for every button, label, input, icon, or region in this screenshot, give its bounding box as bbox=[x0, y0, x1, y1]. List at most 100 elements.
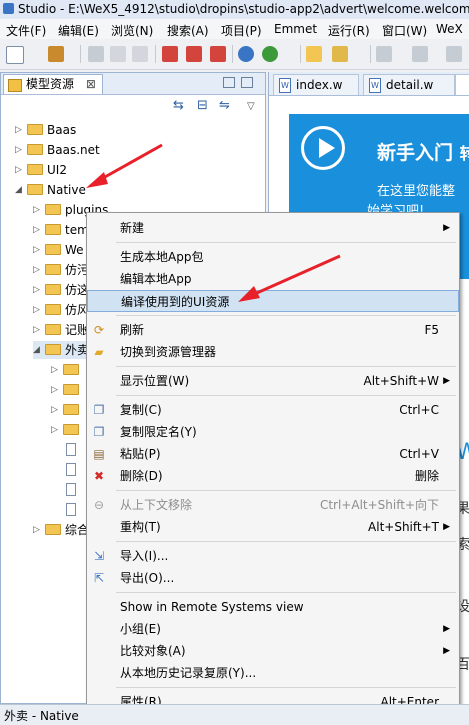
tree-item[interactable]: ▷ bbox=[51, 401, 83, 419]
context-menu-item[interactable]: ❐ 复制限定名(Y) bbox=[87, 421, 459, 443]
menu-item[interactable]: 项目(P) bbox=[221, 22, 262, 39]
tree-item[interactable]: ▷ UI2 bbox=[15, 161, 67, 179]
tree-item[interactable]: ▷ bbox=[51, 421, 83, 439]
menu-item[interactable]: WeX bbox=[436, 22, 463, 36]
context-menu-item[interactable]: ⇲ 导入(I)... bbox=[87, 545, 459, 567]
menu-item[interactable]: 文件(F) bbox=[6, 22, 46, 39]
context-menu-item[interactable]: 编译使用到的UI资源 bbox=[87, 290, 459, 312]
play-icon[interactable] bbox=[238, 46, 254, 62]
file-icon bbox=[66, 503, 76, 516]
tree-item[interactable]: ◢ Native bbox=[15, 181, 86, 199]
context-menu-item[interactable]: ▰ 切换到资源管理器 bbox=[87, 341, 459, 363]
tree-item[interactable]: ▷ 记账 bbox=[33, 321, 89, 339]
profile-icon[interactable] bbox=[210, 46, 226, 62]
collapsed-arrow-icon[interactable]: ▷ bbox=[33, 201, 43, 219]
open-folder-icon[interactable] bbox=[306, 46, 322, 62]
collapsed-arrow-icon[interactable]: ▷ bbox=[51, 401, 61, 419]
expanded-arrow-icon[interactable]: ◢ bbox=[15, 181, 25, 199]
collapsed-arrow-icon[interactable]: ▷ bbox=[51, 361, 61, 379]
run-icon[interactable] bbox=[186, 46, 202, 62]
menu-item[interactable]: 浏览(N) bbox=[111, 22, 153, 39]
menu-item[interactable]: 运行(R) bbox=[328, 22, 370, 39]
tab-index-w[interactable]: W index.w bbox=[273, 74, 359, 95]
tree-item[interactable]: ▷ bbox=[51, 381, 83, 399]
collapsed-arrow-icon[interactable]: ▷ bbox=[15, 141, 25, 159]
menu-item-shortcut: Ctrl+C bbox=[399, 403, 439, 417]
external-tools-icon[interactable] bbox=[262, 46, 278, 62]
collapsed-arrow-icon[interactable]: ▷ bbox=[51, 421, 61, 439]
context-menu-item[interactable]: 重构(T) Alt+Shift+T ▶ bbox=[87, 516, 459, 538]
context-menu-item[interactable]: 生成本地App包 bbox=[87, 246, 459, 268]
tab-welcome[interactable] bbox=[455, 74, 469, 95]
menu-item[interactable]: 搜索(A) bbox=[167, 22, 209, 39]
debug-icon[interactable] bbox=[162, 46, 178, 62]
tree-item[interactable] bbox=[51, 461, 82, 479]
menu-separator bbox=[116, 687, 456, 688]
nav-forward-icon[interactable] bbox=[412, 46, 428, 62]
nav-back-icon[interactable] bbox=[446, 46, 462, 62]
tab-model-resources[interactable]: 模型资源 ⊠ bbox=[3, 74, 103, 94]
tree-item[interactable] bbox=[51, 481, 82, 499]
context-menu-item[interactable]: ❐ 复制(C) Ctrl+C bbox=[87, 399, 459, 421]
collapsed-arrow-icon[interactable]: ▷ bbox=[33, 221, 43, 239]
minimize-icon[interactable] bbox=[223, 77, 235, 88]
tree-item[interactable]: ▷ We bbox=[33, 241, 84, 259]
tree-item[interactable]: ▷ 综合 bbox=[33, 521, 89, 539]
tree-item[interactable] bbox=[51, 441, 82, 459]
expanded-arrow-icon[interactable]: ◢ bbox=[33, 341, 43, 359]
context-menu-item[interactable]: ⇱ 导出(O)... bbox=[87, 567, 459, 589]
collapse-all-icon[interactable]: ⊟ bbox=[197, 98, 208, 113]
context-menu-item[interactable]: ⟳ 刷新 F5 bbox=[87, 319, 459, 341]
collapsed-arrow-icon[interactable]: ▷ bbox=[33, 521, 43, 539]
tree-item[interactable]: ▷ bbox=[51, 361, 83, 379]
tree-item[interactable] bbox=[51, 501, 82, 519]
context-menu-item[interactable]: 显示位置(W) Alt+Shift+W ▶ bbox=[87, 370, 459, 392]
menu-item[interactable]: 窗口(W) bbox=[382, 22, 427, 39]
nav-icon[interactable] bbox=[376, 46, 392, 62]
panel-toolbar: ⇆ ⊟ ⇋ ▽ bbox=[1, 95, 265, 117]
tree-item[interactable]: ▷ tem bbox=[33, 221, 89, 239]
package-icon[interactable] bbox=[48, 46, 64, 62]
collapsed-arrow-icon[interactable]: ▷ bbox=[33, 281, 43, 299]
menu-separator bbox=[116, 395, 456, 396]
context-menu-item[interactable]: ▤ 粘贴(P) Ctrl+V bbox=[87, 443, 459, 465]
tree-item[interactable]: ▷ Baas bbox=[15, 121, 76, 139]
menu-item[interactable]: 编辑(E) bbox=[58, 22, 99, 39]
context-menu-item[interactable]: Show in Remote Systems view bbox=[87, 596, 459, 618]
tree-item[interactable]: ▷ 仿这 bbox=[33, 281, 89, 299]
sync-icon[interactable]: ⇋ bbox=[219, 98, 230, 113]
collapsed-arrow-icon[interactable]: ▷ bbox=[33, 241, 43, 259]
link-editor-icon[interactable]: ⇆ bbox=[173, 98, 184, 113]
view-menu-icon[interactable]: ▽ bbox=[247, 101, 255, 112]
context-menu-item[interactable]: ✖ 删除(D) 删除 bbox=[87, 465, 459, 487]
edit-icon[interactable] bbox=[332, 46, 348, 62]
folder-icon bbox=[45, 284, 61, 295]
new-file-icon[interactable] bbox=[6, 46, 24, 64]
tree-item[interactable]: ▷ 仿风 bbox=[33, 301, 89, 319]
tree-item[interactable]: ◢ 外卖 bbox=[33, 341, 90, 359]
context-menu-item[interactable]: 从本地历史记录复原(Y)... bbox=[87, 662, 459, 684]
context-menu-item[interactable]: 新建 ▶ bbox=[87, 217, 459, 239]
play-icon[interactable] bbox=[301, 126, 345, 170]
save-all-icon[interactable] bbox=[110, 46, 126, 62]
close-tab-icon[interactable]: ⊠ bbox=[86, 77, 96, 91]
collapsed-arrow-icon[interactable]: ▷ bbox=[15, 121, 25, 139]
print-icon[interactable] bbox=[132, 46, 148, 62]
collapsed-arrow-icon[interactable]: ▷ bbox=[33, 321, 43, 339]
tab-detail-w[interactable]: W detail.w bbox=[363, 74, 455, 95]
tree-item[interactable]: ▷ 仿污 bbox=[33, 261, 89, 279]
context-menu-item[interactable]: 编辑本地App bbox=[87, 268, 459, 290]
collapsed-arrow-icon[interactable]: ▷ bbox=[33, 301, 43, 319]
collapsed-arrow-icon[interactable]: ▷ bbox=[33, 261, 43, 279]
collapsed-arrow-icon[interactable]: ▷ bbox=[15, 161, 25, 179]
maximize-icon[interactable] bbox=[241, 77, 253, 88]
submenu-arrow-icon: ▶ bbox=[443, 223, 450, 233]
delete-icon: ✖ bbox=[93, 469, 105, 483]
context-menu-item[interactable]: 小组(E) ▶ bbox=[87, 618, 459, 640]
context-menu-item[interactable]: 比较对象(A) ▶ bbox=[87, 640, 459, 662]
tree-item[interactable]: ▷ Baas.net bbox=[15, 141, 100, 159]
menu-item-shortcut: Ctrl+V bbox=[399, 447, 439, 461]
collapsed-arrow-icon[interactable]: ▷ bbox=[51, 381, 61, 399]
menu-item[interactable]: Emmet bbox=[274, 22, 317, 36]
save-icon[interactable] bbox=[88, 46, 104, 62]
